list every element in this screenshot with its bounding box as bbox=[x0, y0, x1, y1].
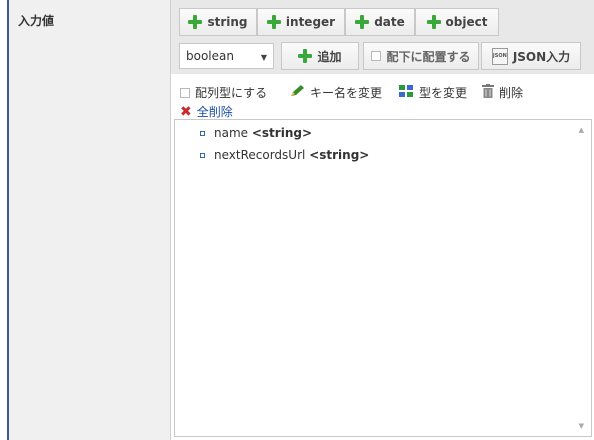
change-type-button[interactable]: 型を変更 bbox=[398, 84, 467, 101]
node-type: <string> bbox=[251, 126, 313, 140]
place-under-toggle[interactable]: 配下に配置する bbox=[363, 42, 479, 70]
plus-icon bbox=[298, 49, 313, 63]
node-name: name bbox=[214, 126, 249, 140]
rename-key-label: キー名を変更 bbox=[310, 86, 383, 100]
json-file-icon: JSON bbox=[491, 47, 508, 65]
button-label: object bbox=[445, 15, 488, 29]
type-select[interactable]: boolean ▼ bbox=[179, 43, 274, 69]
json-input-button[interactable]: JSON JSON入力 bbox=[481, 42, 581, 70]
field-label: 入力値 bbox=[18, 14, 55, 28]
delete-all-button[interactable]: ✖ 全削除 bbox=[180, 103, 233, 120]
add-button-label: 追加 bbox=[317, 49, 342, 64]
red-x-icon: ✖ bbox=[180, 103, 192, 120]
change-type-icon bbox=[398, 84, 414, 101]
plus-icon bbox=[355, 15, 370, 29]
array-type-label: 配列型にする bbox=[195, 86, 268, 100]
button-label: date bbox=[374, 15, 405, 29]
place-under-label: 配下に配置する bbox=[386, 49, 471, 64]
chevron-down-icon: ▼ bbox=[260, 53, 267, 62]
type-select-value: boolean bbox=[186, 49, 234, 63]
add-button[interactable]: 追加 bbox=[281, 42, 359, 70]
field-label-column: 入力値 bbox=[9, 0, 171, 440]
plus-icon bbox=[266, 15, 281, 29]
add-date-button[interactable]: date bbox=[345, 8, 415, 36]
delete-button[interactable]: 削除 bbox=[482, 84, 523, 101]
array-type-checkbox[interactable] bbox=[180, 87, 190, 98]
add-string-button[interactable]: string bbox=[179, 8, 257, 36]
place-under-checkbox[interactable] bbox=[371, 51, 382, 61]
node-square-icon bbox=[200, 152, 205, 158]
rename-key-button[interactable]: キー名を変更 bbox=[289, 84, 382, 101]
plus-icon bbox=[188, 15, 203, 29]
add-object-button[interactable]: object bbox=[415, 8, 499, 36]
add-integer-button[interactable]: integer bbox=[257, 8, 345, 36]
tree-node[interactable]: name <string> bbox=[200, 126, 312, 140]
button-label: string bbox=[207, 15, 248, 29]
pencil-icon bbox=[289, 84, 305, 101]
trash-icon bbox=[482, 84, 494, 101]
delete-label: 削除 bbox=[499, 86, 524, 100]
array-type-toggle[interactable]: 配列型にする bbox=[180, 84, 267, 101]
schema-tree[interactable]: name <string> nextRecordsUrl <string> ▲ … bbox=[174, 119, 592, 437]
editor-panel: string integer date object boolean ▼ 追加 … bbox=[171, 0, 594, 440]
left-frame-border bbox=[0, 0, 9, 440]
tree-node[interactable]: nextRecordsUrl <string> bbox=[200, 148, 369, 162]
node-square-icon bbox=[200, 130, 205, 136]
scroll-up-arrow-icon[interactable]: ▲ bbox=[579, 126, 584, 134]
scroll-down-arrow-icon[interactable]: ▼ bbox=[579, 422, 584, 430]
delete-all-label: 全削除 bbox=[196, 105, 233, 119]
json-input-label: JSON入力 bbox=[512, 49, 571, 64]
node-name: nextRecordsUrl bbox=[214, 148, 306, 162]
node-type: <string> bbox=[309, 148, 370, 162]
change-type-label: 型を変更 bbox=[419, 86, 468, 100]
button-label: integer bbox=[285, 15, 336, 29]
plus-icon bbox=[426, 15, 441, 29]
